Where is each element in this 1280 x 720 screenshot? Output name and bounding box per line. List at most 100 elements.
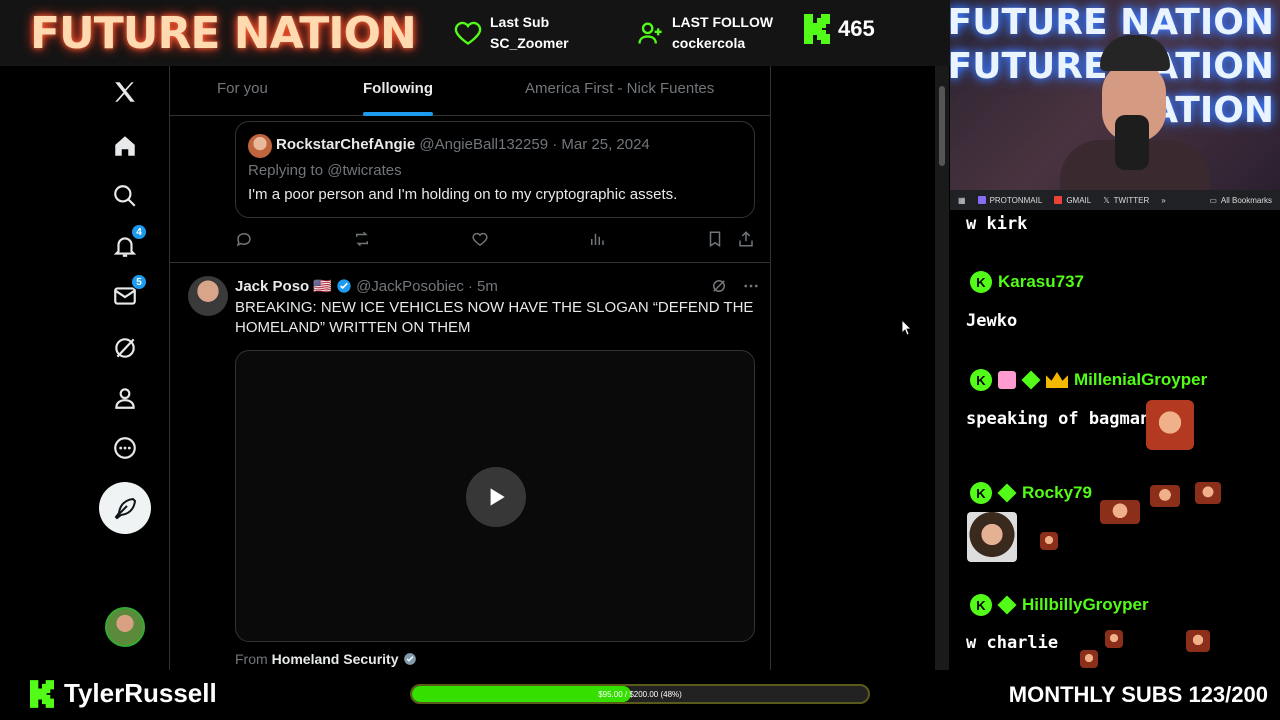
last-follow-value: cockercola bbox=[672, 35, 746, 51]
chat-message-text: w kirk bbox=[966, 214, 1028, 234]
all-bookmarks-button[interactable]: ▭ All Bookmarks bbox=[1209, 196, 1280, 205]
kick-badge-icon: K bbox=[970, 271, 992, 293]
streamer-name-widget: TylerRussell bbox=[30, 678, 217, 709]
flying-emote bbox=[1040, 532, 1058, 550]
video-player[interactable] bbox=[235, 350, 755, 642]
quoted-tweet-text: I'm a poor person and I'm holding on to … bbox=[248, 186, 678, 203]
from-label: From bbox=[235, 651, 268, 667]
grok-icon[interactable] bbox=[710, 277, 728, 295]
viewer-count-widget: 465 bbox=[804, 14, 875, 44]
stream-bottom-bar: TylerRussell $95.00 / $200.00 (48%) MONT… bbox=[0, 670, 1280, 720]
viewer-count: 465 bbox=[838, 16, 875, 41]
browser-bookmarks-bar: ▦ PROTONMAIL GMAIL 𝕏 TWITTER » ▭ All Bookm… bbox=[950, 190, 1280, 210]
diamond-badge-icon bbox=[1021, 370, 1041, 390]
bookmark-twitter[interactable]: 𝕏 TWITTER bbox=[1103, 196, 1149, 205]
kick-logo-icon bbox=[804, 14, 830, 44]
author-handle[interactable]: @JackPosobiec bbox=[356, 278, 464, 295]
views-icon[interactable] bbox=[588, 230, 608, 250]
donation-goal-bar: $95.00 / $200.00 (48%) bbox=[410, 684, 870, 704]
last-follow-widget: LAST FOLLOW cockercola bbox=[636, 12, 773, 54]
apps-icon[interactable]: ▦ bbox=[958, 196, 966, 205]
verified-badge-icon bbox=[403, 653, 416, 665]
tab-following[interactable]: Following bbox=[363, 80, 433, 97]
tweet-header: Jack Poso 🇺🇸 @JackPosobiec · 5m bbox=[235, 277, 498, 296]
diamond-badge-icon bbox=[997, 595, 1017, 615]
home-icon[interactable] bbox=[109, 130, 141, 162]
more-bookmarks-button[interactable]: » bbox=[1161, 196, 1165, 205]
avatar[interactable] bbox=[188, 276, 228, 316]
reply-icon[interactable] bbox=[235, 230, 255, 250]
source-name[interactable]: Homeland Security bbox=[272, 651, 399, 667]
chat-message-text: speaking of bagman bbox=[966, 409, 1151, 429]
account-avatar[interactable] bbox=[105, 607, 145, 647]
mouse-cursor-icon bbox=[902, 320, 912, 336]
tweet-divider bbox=[170, 262, 770, 263]
replying-to: Replying to @twicrates bbox=[248, 162, 402, 179]
feather-icon bbox=[114, 497, 137, 520]
flying-emote bbox=[1100, 500, 1140, 524]
microphone bbox=[1115, 115, 1149, 170]
scroll-thumb[interactable] bbox=[939, 86, 945, 166]
twitter-window: 4 5 For you Following America First - Ni… bbox=[0, 66, 950, 670]
diamond-badge-icon bbox=[997, 483, 1017, 503]
chat-message-text: w charlie bbox=[966, 633, 1059, 653]
grok-icon[interactable] bbox=[109, 332, 141, 364]
streamer-name: TylerRussell bbox=[64, 678, 217, 708]
tweet-date: · Mar 25, 2024 bbox=[552, 136, 650, 153]
flying-emote bbox=[1195, 482, 1221, 504]
messages-badge: 5 bbox=[131, 274, 147, 290]
author-name[interactable]: RockstarChefAngie bbox=[276, 136, 415, 153]
neon-sign-line: FUTURE NATION bbox=[950, 2, 1274, 43]
kick-badge-icon: K bbox=[970, 369, 992, 391]
tweet-tools bbox=[710, 277, 760, 295]
avatar[interactable] bbox=[248, 134, 272, 158]
author-handle[interactable]: @AngieBall132259 bbox=[419, 136, 548, 153]
more-options-icon[interactable] bbox=[742, 277, 760, 295]
active-tab-indicator bbox=[363, 112, 433, 116]
bookmark-gmail[interactable]: GMAIL bbox=[1054, 196, 1091, 205]
quoted-tweet[interactable]: RockstarChefAngie @AngieBall132259 · Mar… bbox=[235, 121, 755, 218]
play-icon bbox=[490, 488, 505, 506]
compose-post-button[interactable] bbox=[99, 482, 151, 534]
messages-icon[interactable]: 5 bbox=[109, 274, 147, 312]
search-icon[interactable] bbox=[109, 180, 141, 212]
profile-icon[interactable] bbox=[109, 382, 141, 414]
x-logo-icon[interactable] bbox=[109, 76, 141, 108]
heart-icon bbox=[454, 21, 482, 45]
video-source: From Homeland Security bbox=[235, 651, 417, 667]
author-name[interactable]: Jack Poso 🇺🇸 bbox=[235, 277, 332, 295]
folder-icon: ▭ bbox=[1209, 195, 1217, 205]
chat-username[interactable]: K MillenialGroyper bbox=[970, 369, 1207, 391]
kick-badge-icon: K bbox=[970, 594, 992, 616]
tab-for-you[interactable]: For you bbox=[217, 80, 268, 97]
tweet-actions bbox=[235, 230, 755, 252]
share-icon[interactable] bbox=[737, 230, 757, 250]
chat-emote bbox=[967, 512, 1017, 562]
chat-message-text: Jewko bbox=[966, 311, 1018, 331]
timeline: For you Following America First - Nick F… bbox=[169, 66, 771, 670]
chat-username[interactable]: K Rocky79 bbox=[970, 482, 1092, 504]
tweet-time: · 5m bbox=[467, 277, 498, 295]
notifications-icon[interactable]: 4 bbox=[109, 224, 147, 262]
tweet-text: BREAKING: NEW ICE VEHICLES NOW HAVE THE … bbox=[235, 299, 754, 336]
last-sub-widget: Last Sub SC_Zoomer bbox=[454, 12, 569, 54]
bookmark-protonmail[interactable]: PROTONMAIL bbox=[977, 196, 1042, 205]
flying-emote bbox=[1186, 630, 1210, 652]
like-icon[interactable] bbox=[471, 230, 491, 250]
scrollbar[interactable] bbox=[935, 66, 949, 670]
tab-america-first[interactable]: America First - Nick Fuentes bbox=[525, 80, 714, 97]
bookmark-icon[interactable] bbox=[706, 230, 726, 250]
more-icon[interactable] bbox=[109, 432, 141, 464]
crown-badge-icon bbox=[1046, 372, 1068, 388]
chat-username[interactable]: K Karasu737 bbox=[970, 271, 1084, 293]
last-sub-label: Last Sub bbox=[490, 14, 550, 30]
retweet-icon[interactable] bbox=[353, 230, 373, 250]
timeline-tabs: For you Following America First - Nick F… bbox=[170, 66, 770, 116]
last-sub-value: SC_Zoomer bbox=[490, 35, 569, 51]
verified-badge-icon bbox=[337, 279, 351, 293]
kick-logo-icon bbox=[30, 679, 54, 708]
play-button[interactable] bbox=[466, 467, 526, 527]
gmail-icon bbox=[1054, 196, 1063, 204]
user-add-icon bbox=[638, 22, 662, 44]
chat-username[interactable]: K HillbillyGroyper bbox=[970, 594, 1149, 616]
